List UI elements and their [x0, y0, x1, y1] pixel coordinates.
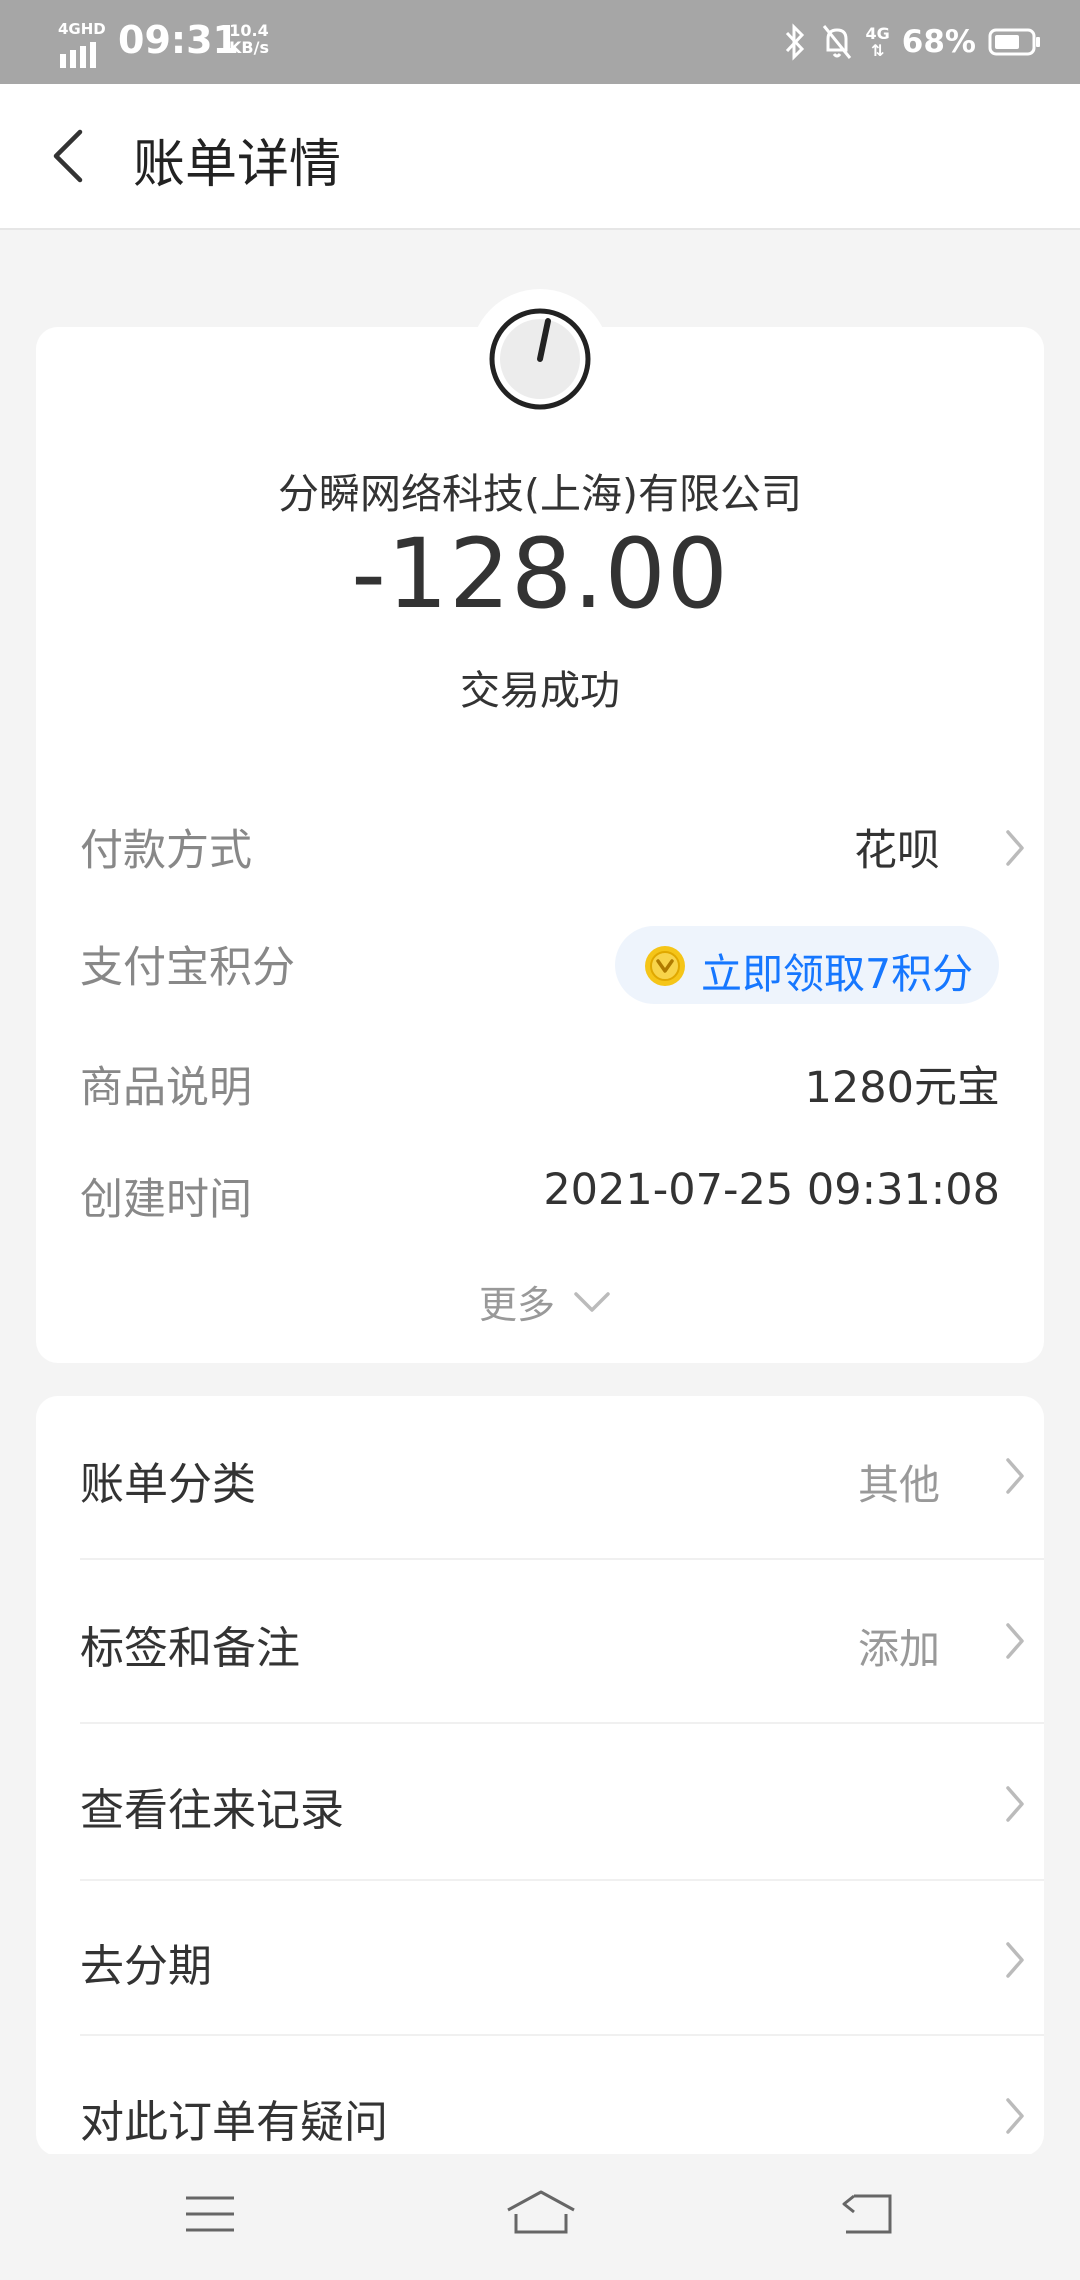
- status-bar: 4GHD 09:31 10.4 KB/s 4G ⇅ 68%: [0, 0, 1080, 84]
- status-icons: 4G ⇅ 68%: [782, 18, 1042, 66]
- bill-category-chevron-icon[interactable]: [1002, 1454, 1028, 1498]
- divider: [80, 1879, 1044, 1881]
- divider: [80, 2034, 1044, 2036]
- points-label: 支付宝积分: [80, 943, 295, 993]
- tags-notes-chevron-icon[interactable]: [1002, 1619, 1028, 1663]
- view-history-item[interactable]: 查看往来记录: [80, 1774, 344, 1838]
- merchant-logo-icon: [489, 308, 591, 410]
- tags-notes-value[interactable]: 添加: [858, 1615, 940, 1675]
- product-label: 商品说明: [80, 1063, 252, 1113]
- network-speed: 10.4 KB/s: [229, 22, 269, 56]
- payment-method-value[interactable]: 花呗: [854, 816, 940, 878]
- coin-icon: [645, 946, 685, 986]
- page-title: 账单详情: [133, 135, 342, 195]
- menu-icon[interactable]: [184, 2184, 238, 2244]
- view-history-chevron-icon[interactable]: [1002, 1782, 1028, 1826]
- installment-item[interactable]: 去分期: [80, 1930, 212, 1994]
- system-nav-bar: [0, 2154, 1080, 2280]
- transaction-status: 交易成功: [460, 668, 620, 714]
- product-value: 1280元宝: [804, 1063, 1000, 1113]
- tags-notes-item[interactable]: 标签和备注: [80, 1612, 300, 1676]
- order-question-chevron-icon[interactable]: [1002, 2094, 1028, 2138]
- clock: 09:31: [118, 18, 239, 62]
- speed-unit: KB/s: [229, 38, 269, 57]
- cell-arrows-icon: ⇅: [870, 41, 885, 60]
- signal-icon: [60, 42, 96, 68]
- claim-points-button[interactable]: 立即领取7积分: [615, 926, 999, 1004]
- bill-category-value[interactable]: 其他: [858, 1451, 940, 1511]
- created-time-label: 创建时间: [80, 1175, 252, 1225]
- battery-icon: [988, 28, 1040, 56]
- claim-points-label: 立即领取7积分: [701, 950, 974, 998]
- divider: [80, 1722, 1044, 1724]
- merchant-name: 分瞬网络科技(上海)有限公司: [278, 470, 802, 518]
- merchant-logo: [470, 289, 610, 429]
- battery-percent: 68%: [901, 24, 976, 60]
- order-question-item[interactable]: 对此订单有疑问: [80, 2086, 388, 2150]
- created-time-value: 2021-07-25 09:31:08: [543, 1165, 1000, 1215]
- app-header: 账单详情: [0, 84, 1080, 230]
- home-icon[interactable]: [504, 2184, 578, 2244]
- back-nav-icon[interactable]: [840, 2184, 898, 2244]
- speed-value: 10.4: [229, 21, 269, 40]
- divider: [80, 1558, 1044, 1560]
- installment-chevron-icon[interactable]: [1002, 1938, 1028, 1982]
- mute-bell-icon: [822, 25, 851, 59]
- back-button[interactable]: [44, 126, 94, 186]
- chevron-down-icon[interactable]: [572, 1290, 612, 1314]
- transaction-amount: -128.00: [351, 518, 729, 630]
- more-toggle[interactable]: 更多: [479, 1274, 555, 1329]
- cell-type: 4G ⇅: [866, 25, 890, 59]
- bill-category-item[interactable]: 账单分类: [80, 1448, 256, 1512]
- payment-method-chevron-icon[interactable]: [1002, 826, 1028, 870]
- payment-method-label: 付款方式: [80, 826, 252, 876]
- cell-label: 4G: [865, 24, 890, 43]
- bluetooth-icon: [785, 23, 804, 61]
